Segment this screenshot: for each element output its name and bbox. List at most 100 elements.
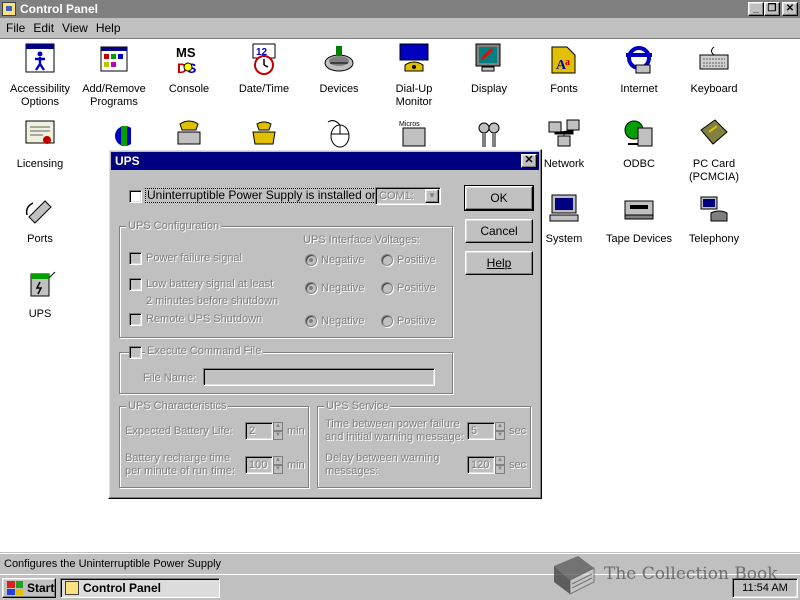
dialog-close-button[interactable]: ✕ xyxy=(521,154,537,168)
ups-configuration-label: UPS Configuration xyxy=(126,220,222,232)
date-time-icon: 12 xyxy=(252,43,276,75)
sec-label: sec xyxy=(509,459,527,471)
cp-item-ports[interactable]: Ports xyxy=(2,193,78,246)
power-failure-checkbox xyxy=(129,252,142,265)
execute-command-checkbox xyxy=(129,346,142,359)
svg-text:MS: MS xyxy=(176,45,196,60)
cp-item-telephony[interactable]: Telephony xyxy=(676,193,752,246)
telephone-icon xyxy=(252,121,276,145)
cp-item-add-remove[interactable]: Add/Remove Programs xyxy=(76,43,152,109)
console-icon: MSDS xyxy=(176,45,196,76)
system-tray-clock: 11:54 AM xyxy=(732,578,798,598)
negative-label: Negative xyxy=(321,315,365,327)
add-remove-programs-icon xyxy=(100,46,128,72)
positive-label: Positive xyxy=(397,282,436,294)
modems-icon xyxy=(177,120,201,145)
time-between-label-2: and initial warning message: xyxy=(325,431,464,443)
cp-item-internet[interactable]: Internet xyxy=(601,43,677,96)
remote-shutdown-positive-radio xyxy=(381,315,393,327)
taskbar: Start Control Panel 11:54 AM xyxy=(0,574,800,600)
svg-text:a: a xyxy=(565,57,570,68)
window-title: Control Panel xyxy=(20,2,99,16)
remote-shutdown-negative-radio xyxy=(305,315,317,327)
cp-item-keyboard[interactable]: Keyboard xyxy=(676,43,752,96)
cp-item-licensing[interactable]: Licensing xyxy=(2,118,78,171)
low-battery-positive-radio xyxy=(381,282,393,294)
menu-view[interactable]: View xyxy=(60,21,94,35)
taskbar-item-control-panel[interactable]: Control Panel xyxy=(60,578,220,598)
cp-item-display[interactable]: Display xyxy=(451,43,527,96)
microsoft-mail-icon: Micros xyxy=(399,121,426,147)
network-icon xyxy=(548,119,580,147)
cp-item-dialup[interactable]: Dial-Up Monitor xyxy=(376,43,452,109)
delay-input: 120 xyxy=(467,456,495,474)
cp-item-date-time[interactable]: 12 Date/Time xyxy=(226,43,302,96)
negative-label: Negative xyxy=(321,254,365,266)
expected-battery-label: Expected Battery Life: xyxy=(125,425,233,437)
menu-edit[interactable]: Edit xyxy=(31,21,60,35)
dialog-title-bar[interactable]: UPS ✕ xyxy=(111,152,539,170)
time-between-spinner: ▲ ▼ xyxy=(495,422,505,440)
devices-icon xyxy=(324,46,354,72)
remote-shutdown-checkbox xyxy=(129,313,142,326)
interface-voltages-label: UPS Interface Voltages: xyxy=(303,234,420,246)
ups-service-label: UPS Service xyxy=(324,400,391,412)
positive-label: Positive xyxy=(397,315,436,327)
cp-item-accessibility[interactable]: Accessibility Options xyxy=(2,43,78,109)
battery-life-spinner: ▲ ▼ xyxy=(273,422,283,440)
cp-item-odbc[interactable]: ODBC xyxy=(601,118,677,171)
mouse-icon xyxy=(327,120,350,148)
ups-characteristics-label: UPS Characteristics xyxy=(126,400,229,412)
min-label: min xyxy=(287,425,305,437)
svg-text:Micros: Micros xyxy=(399,121,420,128)
maximize-button[interactable]: ❐ xyxy=(764,2,780,16)
delay-label-2: messages: xyxy=(325,465,379,477)
recharge-label-1: Battery recharge time xyxy=(125,452,231,464)
delay-spinner: ▲ ▼ xyxy=(495,456,505,474)
menu-file[interactable]: File xyxy=(4,21,31,35)
remote-shutdown-label: Remote UPS Shutdown xyxy=(146,313,263,325)
ports-icon xyxy=(25,200,52,224)
negative-label: Negative xyxy=(321,282,365,294)
minimize-button[interactable]: _ xyxy=(748,2,764,16)
status-text: Configures the Uninterruptible Power Sup… xyxy=(4,557,222,570)
cancel-button[interactable]: Cancel xyxy=(465,219,533,243)
close-button[interactable]: ✕ xyxy=(782,2,798,16)
time-between-label-1: Time between power failure xyxy=(325,418,460,430)
ok-button[interactable]: OK xyxy=(464,185,534,211)
execute-command-label: Execute Command File xyxy=(145,345,264,358)
fonts-icon: Aa xyxy=(551,46,576,74)
cp-item-console[interactable]: MSDS Console xyxy=(151,43,227,96)
cp-item-ups[interactable]: UPS xyxy=(2,268,78,321)
recharge-label-2: per minute of run time: xyxy=(125,465,236,477)
power-failure-label: Power failure signal xyxy=(146,252,242,264)
low-battery-label-2: 2 minutes before shutdown xyxy=(146,295,279,307)
ups-icon xyxy=(30,271,56,297)
cp-item-pc-card[interactable]: PC Card (PCMCIA) xyxy=(676,118,752,184)
menu-help[interactable]: Help xyxy=(94,21,127,35)
time-between-input: 5 xyxy=(467,422,495,440)
cp-item-tape[interactable]: Tape Devices xyxy=(601,193,677,246)
start-button[interactable]: Start xyxy=(2,578,56,598)
low-battery-checkbox xyxy=(129,278,142,291)
ups-installed-checkbox[interactable] xyxy=(129,190,142,203)
sec-label: sec xyxy=(509,425,527,437)
odbc-icon xyxy=(624,120,653,147)
internet-icon xyxy=(626,46,652,74)
power-failure-positive-radio xyxy=(381,254,393,266)
windows-logo-icon xyxy=(7,581,23,595)
accessibility-icon xyxy=(25,43,55,73)
file-name-input xyxy=(203,368,435,386)
min-label: min xyxy=(287,459,305,471)
dialog-title: UPS xyxy=(115,154,140,168)
help-button[interactable]: Help xyxy=(465,251,533,275)
window-title-bar[interactable]: Control Panel _ ❐ ✕ xyxy=(0,0,800,18)
cp-item-fonts[interactable]: Aa Fonts xyxy=(526,43,602,96)
cp-item-devices[interactable]: Devices xyxy=(301,43,377,96)
menu-bar: File Edit View Help xyxy=(0,18,800,38)
ups-installed-label: Uninterruptible Power Supply is installe… xyxy=(145,188,384,203)
keys-icon xyxy=(478,122,500,147)
positive-label: Positive xyxy=(397,254,436,266)
control-panel-icon xyxy=(65,581,79,595)
recharge-spinner: ▲ ▼ xyxy=(273,456,283,474)
